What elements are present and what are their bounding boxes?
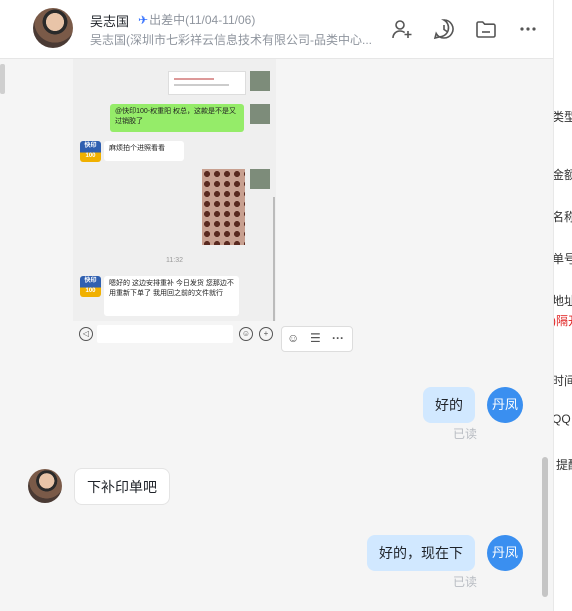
my-avatar[interactable]: 丹凤 bbox=[487, 387, 523, 423]
left-scroll-handle[interactable] bbox=[0, 64, 5, 94]
panel-label: 时间 bbox=[553, 374, 572, 388]
panel-label: QQ bbox=[553, 412, 571, 426]
panel-label: 类型 bbox=[553, 110, 572, 124]
panel-hint: )隔开 bbox=[554, 314, 572, 328]
scrollbar-thumb[interactable] bbox=[542, 457, 548, 597]
message-bubble-other[interactable]: 下补印单吧 bbox=[74, 468, 170, 505]
product-photo bbox=[202, 169, 245, 245]
kuaiyin-logo: 快印100 bbox=[80, 141, 101, 162]
more-icon[interactable] bbox=[516, 17, 540, 41]
add-user-icon[interactable] bbox=[390, 17, 414, 41]
message-bubble-mine[interactable]: 好的，现在下 bbox=[367, 535, 475, 571]
panel-label: 金额 bbox=[553, 168, 572, 182]
read-receipt: 已读 bbox=[453, 575, 478, 589]
plus-icon: + bbox=[259, 327, 273, 341]
quoted-message-green: @快印100-权重阳 权总，这款是不是又过销胶了 bbox=[110, 104, 244, 132]
contact-avatar[interactable] bbox=[33, 8, 73, 48]
panel-label: 提醒 bbox=[556, 458, 572, 472]
image-message[interactable]: @快印100-权重阳 权总，这款是不是又过销胶了 快印100 麻烦拍个进照看看 … bbox=[73, 59, 276, 321]
contact-status: ✈出差中(11/04-11/06) bbox=[138, 11, 255, 28]
sender-avatar-small bbox=[250, 169, 270, 189]
contact-avatar[interactable] bbox=[28, 469, 62, 503]
screenshot-timestamp: 11:32 bbox=[166, 257, 183, 264]
side-panel: 类型 金额 名称 单号 地址 )隔开 时间 QQ 提醒 bbox=[553, 0, 572, 611]
quoted-message-white: 嗯好的 这边安排重补 今日发货 您那边不用重新下单了 我用回之前的文件就行 bbox=[104, 276, 239, 316]
panel-label: 单号 bbox=[553, 252, 572, 266]
message-list[interactable]: @快印100-权重阳 权总，这款是不是又过销胶了 快印100 麻烦拍个进照看看 … bbox=[0, 59, 553, 611]
kuaiyin-logo: 快印100 bbox=[80, 276, 101, 297]
screenshot-thumbnail bbox=[168, 71, 246, 95]
emoji-icon: ☺ bbox=[239, 327, 253, 341]
message-bubble-mine[interactable]: 好的 bbox=[423, 387, 475, 423]
chat-header: 吴志国 ✈出差中(11/04-11/06) 吴志国(深圳市七彩祥云信息技术有限公… bbox=[0, 0, 553, 59]
contact-subtitle[interactable]: 吴志国(深圳市七彩祥云信息技术有限公司-品类中心... bbox=[90, 31, 380, 48]
folder-icon[interactable] bbox=[474, 17, 498, 41]
panel-label: 地址 bbox=[553, 294, 572, 308]
more-actions-icon[interactable]: ··· bbox=[332, 331, 344, 345]
quoted-message-white: 麻烦拍个进照看看 bbox=[104, 141, 184, 161]
contact-name[interactable]: 吴志国 bbox=[90, 11, 129, 30]
image-toolbar: ◁ ☺ + ☺ ☰ ··· bbox=[73, 323, 353, 352]
voice-icon: ◁ bbox=[79, 327, 93, 341]
screenshot-input bbox=[97, 325, 233, 343]
my-avatar[interactable]: 丹凤 bbox=[487, 535, 523, 571]
airplane-icon: ✈ bbox=[138, 13, 149, 27]
sender-avatar-small bbox=[250, 71, 270, 91]
reaction-toolbar: ☺ ☰ ··· bbox=[281, 326, 353, 352]
screenshot-scrollbar bbox=[273, 197, 275, 321]
status-text: 出差中(11/04-11/06) bbox=[149, 13, 256, 27]
sender-avatar-small bbox=[250, 104, 270, 124]
reply-icon[interactable]: ☰ bbox=[310, 331, 321, 345]
smile-reaction-icon[interactable]: ☺ bbox=[287, 331, 299, 345]
chat-history-icon[interactable] bbox=[432, 17, 456, 41]
panel-label: 名称 bbox=[553, 210, 572, 224]
read-receipt: 已读 bbox=[453, 427, 478, 441]
